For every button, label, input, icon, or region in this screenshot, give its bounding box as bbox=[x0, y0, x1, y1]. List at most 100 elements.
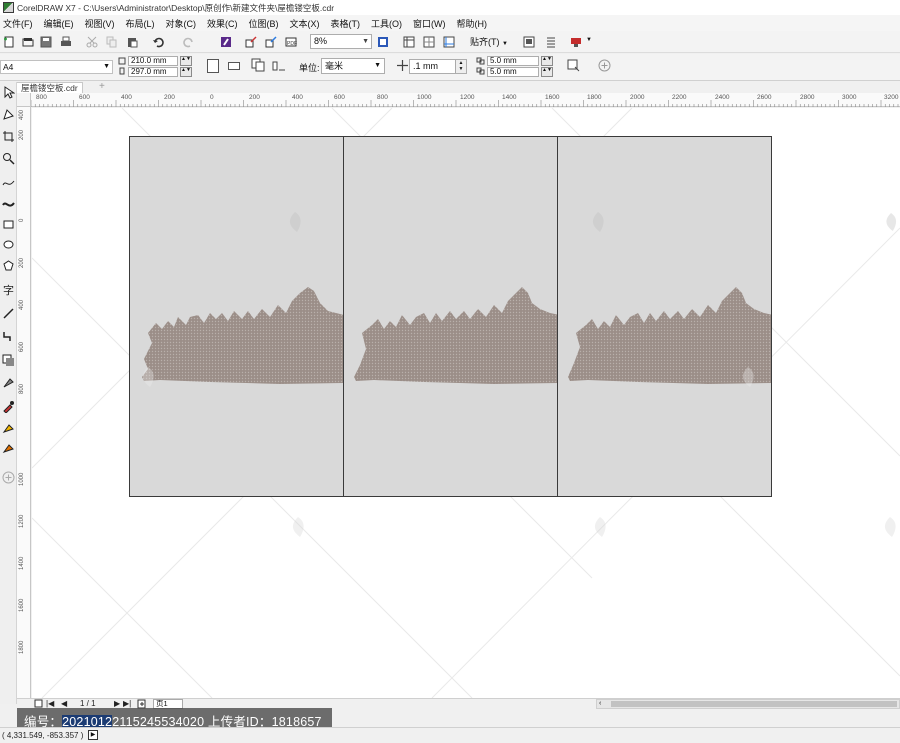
paste-icon[interactable] bbox=[126, 36, 138, 48]
dimension-tool-icon[interactable] bbox=[2, 307, 15, 320]
page-size-combo[interactable]: A4 ▼ bbox=[0, 60, 113, 74]
menu-text[interactable]: 文本(X) bbox=[290, 17, 320, 30]
search-content-icon[interactable] bbox=[220, 36, 232, 48]
page-height-field[interactable]: 297.0 mm bbox=[128, 67, 178, 77]
menu-help[interactable]: 帮助(H) bbox=[457, 17, 488, 30]
ruler-origin[interactable] bbox=[17, 93, 31, 107]
menu-view[interactable]: 视图(V) bbox=[85, 17, 115, 30]
scroll-left-icon[interactable]: ‹ bbox=[599, 700, 601, 708]
welcome-screen-icon[interactable] bbox=[570, 36, 582, 48]
page-options-icon[interactable] bbox=[34, 699, 43, 708]
copy-icon[interactable] bbox=[106, 36, 118, 48]
units-label: 单位: bbox=[299, 63, 320, 73]
menu-effects[interactable]: 效果(C) bbox=[207, 17, 238, 30]
new-document-icon[interactable] bbox=[3, 36, 15, 48]
pick-tool-icon[interactable] bbox=[2, 86, 15, 99]
page-width-stepper[interactable]: ▲▼ bbox=[180, 56, 192, 66]
rectangle-tool-icon[interactable] bbox=[2, 218, 15, 231]
menu-layout[interactable]: 布局(L) bbox=[126, 17, 155, 30]
freehand-tool-icon[interactable] bbox=[2, 176, 15, 189]
vruler-label: 1800 bbox=[19, 640, 25, 654]
watermark-logo-icon bbox=[594, 517, 606, 537]
hruler-label: 200 bbox=[164, 94, 175, 101]
open-folder-icon[interactable] bbox=[22, 36, 34, 48]
cut-icon[interactable] bbox=[86, 36, 98, 48]
panel-left[interactable] bbox=[129, 136, 344, 497]
portrait-button[interactable] bbox=[207, 59, 219, 73]
page-width-field[interactable]: 210.0 mm bbox=[128, 56, 178, 66]
undo-icon[interactable] bbox=[152, 36, 164, 48]
menu-object[interactable]: 对象(C) bbox=[166, 17, 197, 30]
hruler-label: 200 bbox=[249, 94, 260, 101]
expand-status-icon[interactable]: ▶ bbox=[88, 730, 98, 740]
duplicate-distance-y-field[interactable]: 5.0 mm bbox=[487, 67, 539, 77]
title-bar: CorelDRAW X7 - C:\Users\Administrator\De… bbox=[0, 0, 900, 15]
color-eyedropper-icon[interactable] bbox=[2, 400, 15, 413]
menu-tools[interactable]: 工具(O) bbox=[371, 17, 402, 30]
crop-tool-icon[interactable] bbox=[2, 130, 15, 143]
all-pages-icon[interactable] bbox=[251, 58, 265, 72]
shape-tool-icon[interactable] bbox=[2, 108, 15, 121]
import-icon[interactable] bbox=[245, 36, 257, 48]
watermark-logo-icon bbox=[884, 517, 896, 537]
hruler-label: 2600 bbox=[757, 94, 772, 101]
full-screen-preview-icon[interactable] bbox=[377, 36, 389, 48]
current-page-icon[interactable] bbox=[272, 60, 286, 72]
scrollbar-thumb[interactable] bbox=[611, 701, 897, 707]
horizontal-ruler-ticks bbox=[31, 100, 899, 107]
horizontal-scrollbar[interactable]: ‹ bbox=[596, 699, 900, 709]
duplicate-distance-x-field[interactable]: 5.0 mm bbox=[487, 56, 539, 66]
text-tool-icon[interactable]: 字 bbox=[2, 283, 15, 296]
artistic-media-icon[interactable] bbox=[2, 197, 15, 210]
snap-to-button[interactable]: 贴齐(T) ▼ bbox=[470, 35, 508, 48]
units-combo[interactable]: 毫米 ▼ bbox=[321, 58, 385, 74]
page-height-stepper[interactable]: ▲▼ bbox=[180, 67, 192, 77]
document-tab[interactable]: 屋檐镂空板.cdr bbox=[16, 82, 83, 93]
nudge-stepper[interactable]: ▲ ▼ bbox=[455, 60, 466, 73]
interactive-fill-icon[interactable] bbox=[2, 422, 15, 435]
treat-as-filled-icon[interactable] bbox=[566, 58, 580, 72]
publish-pdf-icon[interactable]: PDF bbox=[285, 36, 297, 48]
landscape-button[interactable] bbox=[228, 62, 240, 70]
nudge-distance-field[interactable]: .1 mm ▲ ▼ bbox=[409, 59, 467, 74]
add-tool-icon[interactable] bbox=[2, 471, 15, 484]
panel-right[interactable] bbox=[557, 136, 772, 497]
zoom-level-combo[interactable]: 8% ▼ bbox=[310, 34, 372, 49]
menu-table[interactable]: 表格(T) bbox=[331, 17, 361, 30]
menu-window[interactable]: 窗口(W) bbox=[413, 17, 446, 30]
show-grid-icon[interactable] bbox=[423, 36, 435, 48]
chevron-down-icon[interactable]: ▼ bbox=[586, 37, 592, 43]
vruler-label: 600 bbox=[19, 341, 25, 352]
panel-middle[interactable] bbox=[343, 136, 559, 497]
duplicate-y-stepper[interactable]: ▲▼ bbox=[541, 67, 553, 77]
application-launcher-icon[interactable] bbox=[545, 36, 557, 48]
hruler-label: 2200 bbox=[672, 94, 687, 101]
ellipse-tool-icon[interactable] bbox=[2, 238, 15, 251]
vruler-label: 200 bbox=[19, 129, 25, 140]
hruler-label: 800 bbox=[377, 94, 388, 101]
print-icon[interactable] bbox=[60, 36, 72, 48]
add-option-icon[interactable] bbox=[598, 59, 611, 72]
polygon-tool-icon[interactable] bbox=[2, 259, 15, 272]
hruler-label: 1200 bbox=[460, 94, 475, 101]
eave-silhouette bbox=[568, 287, 771, 384]
menu-bitmaps[interactable]: 位图(B) bbox=[249, 17, 279, 30]
menu-file[interactable]: 文件(F) bbox=[3, 17, 33, 30]
show-rulers-icon[interactable] bbox=[403, 36, 415, 48]
zoom-tool-icon[interactable] bbox=[2, 152, 15, 165]
vruler-label: 1200 bbox=[19, 514, 25, 528]
duplicate-x-stepper[interactable]: ▲▼ bbox=[541, 56, 553, 66]
transparency-tool-icon[interactable] bbox=[2, 376, 15, 389]
vruler-label: 1400 bbox=[19, 556, 25, 570]
options-icon[interactable] bbox=[523, 36, 535, 48]
connector-tool-icon[interactable] bbox=[2, 330, 15, 343]
menu-edit[interactable]: 编辑(E) bbox=[44, 17, 74, 30]
show-guidelines-icon[interactable] bbox=[443, 36, 455, 48]
drop-shadow-tool-icon[interactable] bbox=[2, 354, 15, 367]
add-document-icon[interactable]: + bbox=[99, 82, 105, 92]
save-icon[interactable] bbox=[40, 36, 52, 48]
export-icon[interactable] bbox=[265, 36, 277, 48]
smart-fill-icon[interactable] bbox=[2, 442, 15, 455]
coreldraw-logo-icon bbox=[3, 2, 14, 13]
redo-icon[interactable] bbox=[183, 36, 195, 48]
